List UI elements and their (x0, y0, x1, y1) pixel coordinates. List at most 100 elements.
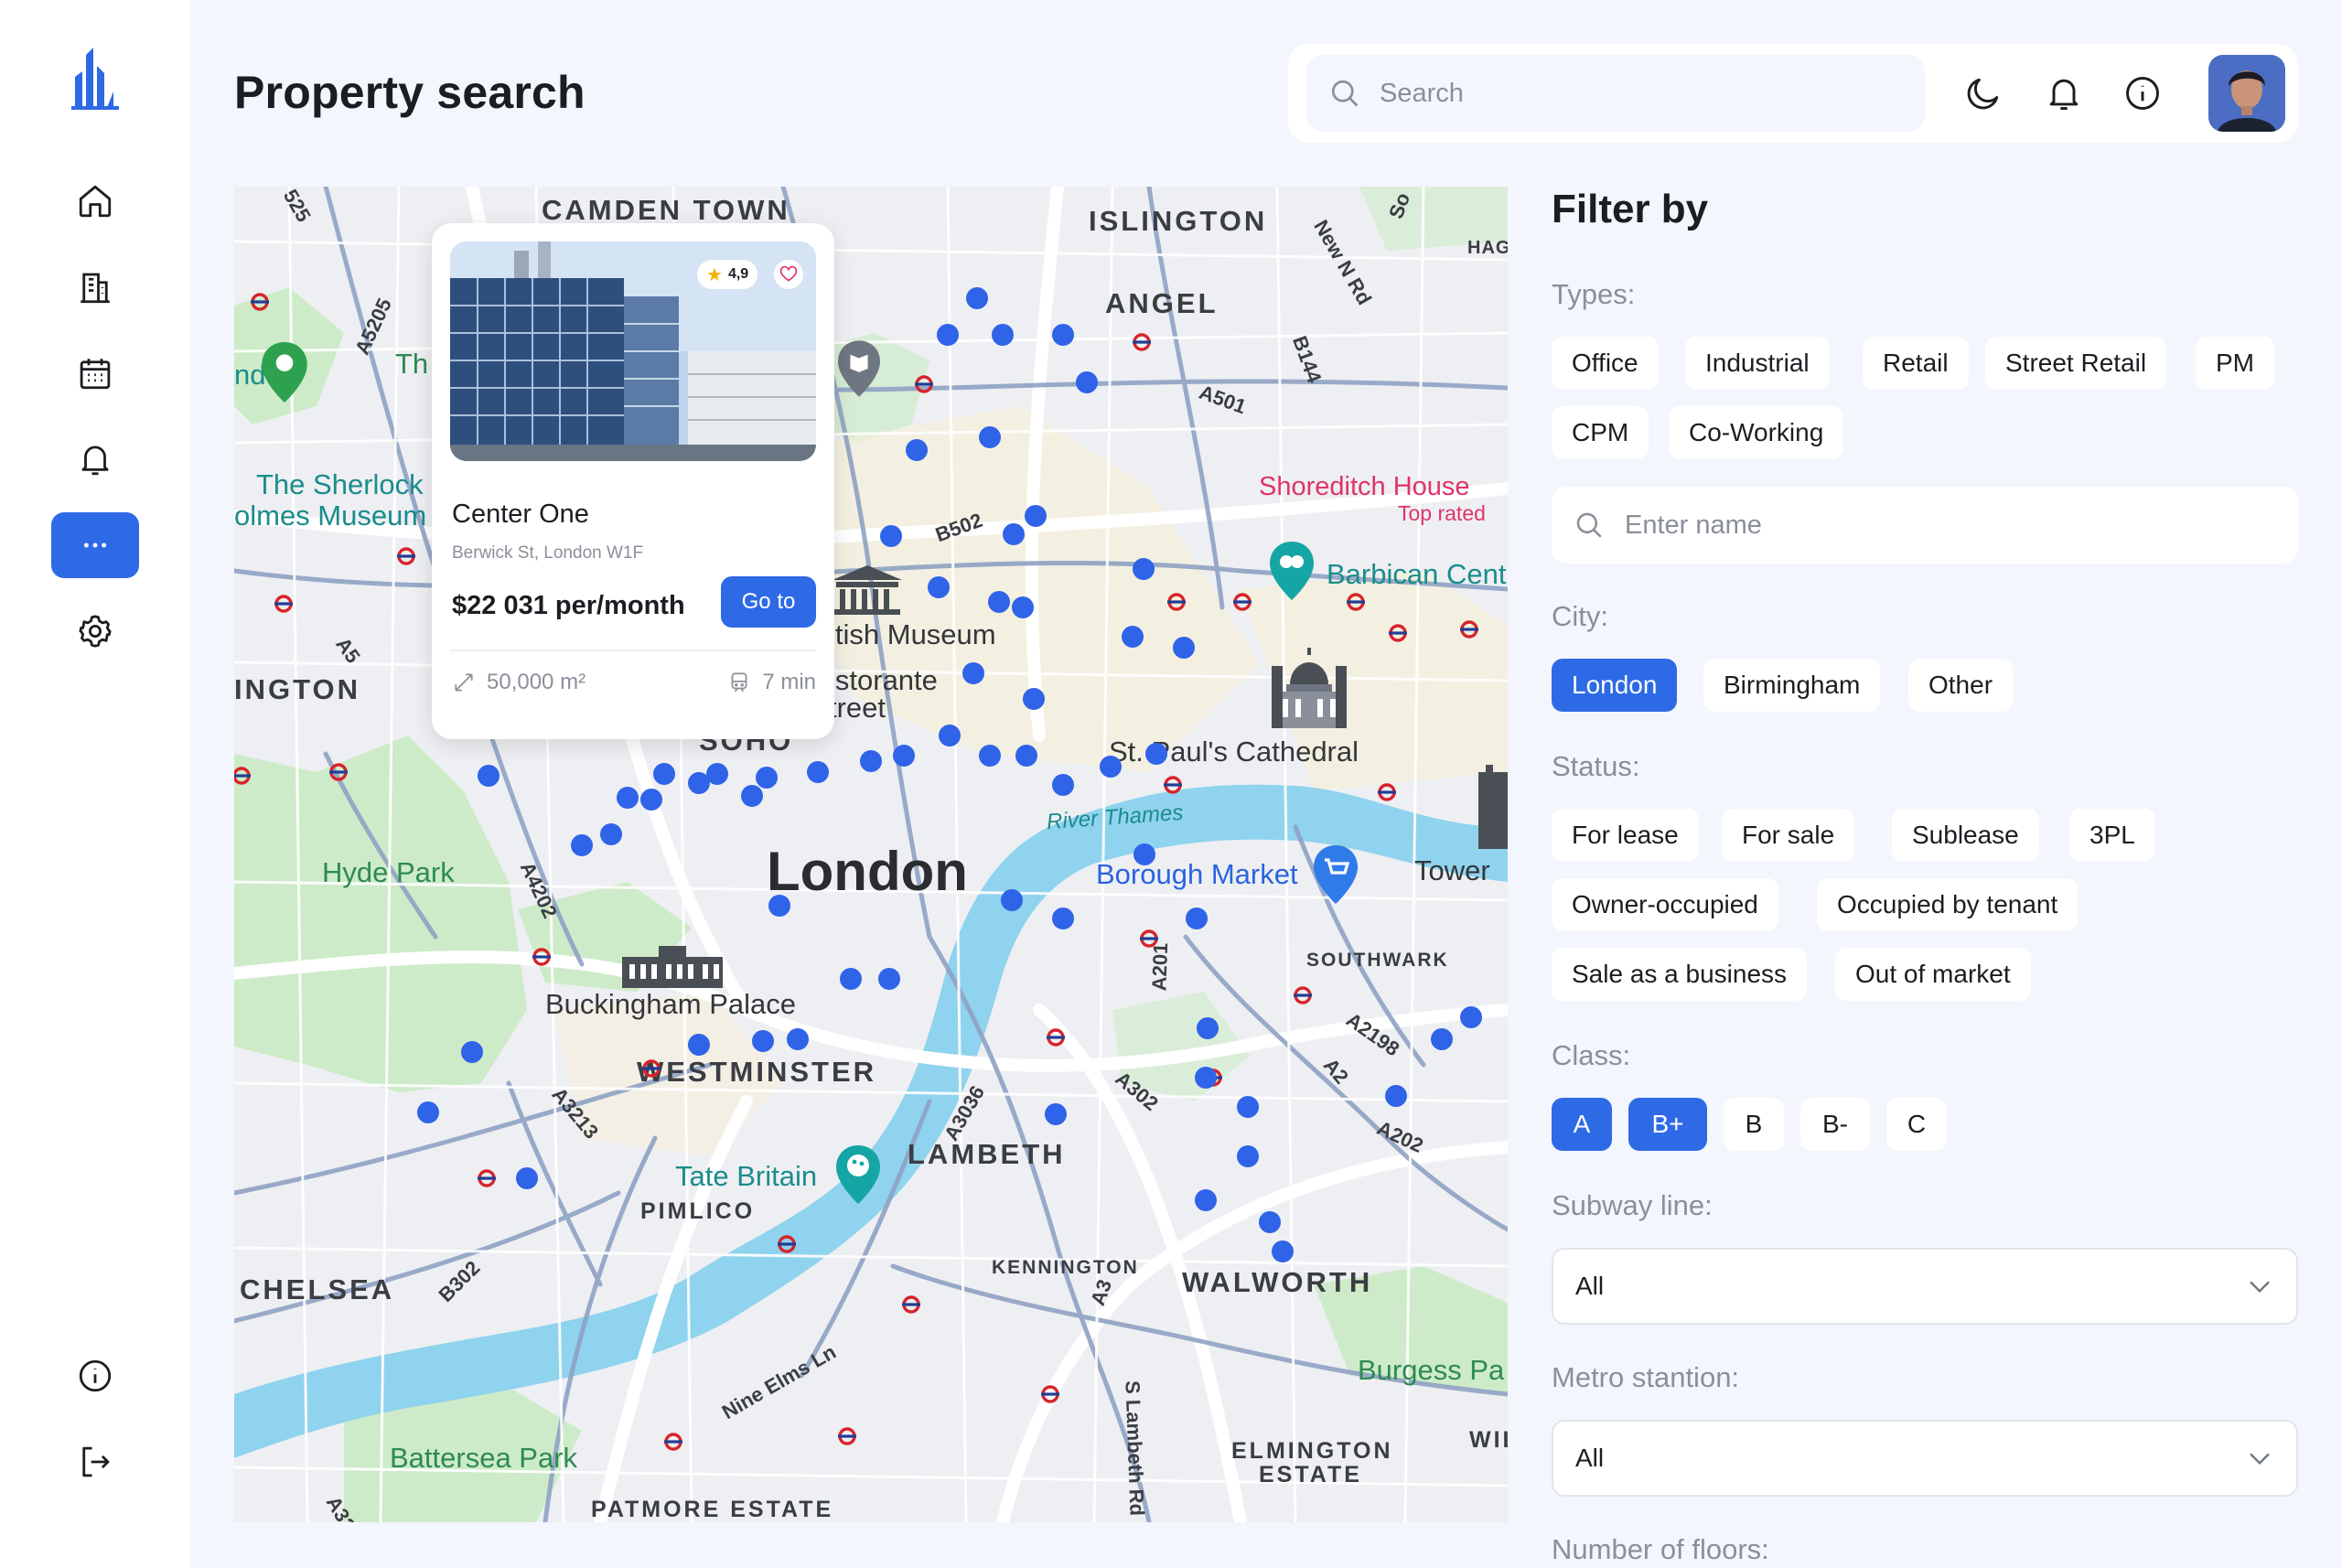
property-dot[interactable] (617, 787, 639, 809)
property-dot[interactable] (1145, 743, 1167, 765)
type-chip-co-working[interactable]: Co-Working (1669, 406, 1844, 459)
type-chip-retail[interactable]: Retail (1863, 337, 1969, 390)
property-dot[interactable] (1023, 688, 1045, 710)
property-dot[interactable] (752, 1030, 774, 1052)
status-chip-owner-occupied[interactable]: Owner-occupied (1552, 878, 1778, 931)
type-chip-office[interactable]: Office (1552, 337, 1659, 390)
class-chip-c[interactable]: C (1886, 1098, 1947, 1151)
property-dot[interactable] (571, 834, 593, 856)
property-dot[interactable] (807, 761, 829, 783)
property-dot[interactable] (1015, 745, 1037, 767)
status-chip-for-sale[interactable]: For sale (1722, 809, 1855, 862)
property-dot[interactable] (988, 591, 1010, 613)
property-dot[interactable] (1431, 1028, 1453, 1050)
property-dot[interactable] (1025, 505, 1047, 527)
status-chip-for-lease[interactable]: For lease (1552, 809, 1699, 862)
property-card[interactable]: ★ 4,9 Center One Berwick St, London W1F … (432, 223, 834, 739)
property-dot[interactable] (516, 1167, 538, 1189)
property-dot[interactable] (962, 662, 984, 684)
nav-logout[interactable] (51, 1429, 139, 1495)
property-dot[interactable] (939, 725, 961, 746)
favorite-button[interactable] (774, 260, 803, 289)
map[interactable]: CAMDEN TOWN ISLINGTON ANGEL HAG Th nd Th… (234, 187, 1508, 1522)
property-dot[interactable] (928, 576, 950, 598)
property-dot[interactable] (1195, 1189, 1217, 1211)
status-chip-sublease[interactable]: Sublease (1892, 809, 2039, 862)
class-chip-a[interactable]: A (1552, 1098, 1612, 1151)
property-dot[interactable] (1052, 908, 1074, 929)
property-dot[interactable] (1173, 637, 1195, 659)
class-chip-b-plus[interactable]: B+ (1628, 1098, 1707, 1151)
property-dot[interactable] (1003, 523, 1025, 545)
metro-select[interactable]: All (1552, 1420, 2298, 1497)
type-chip-street-retail[interactable]: Street Retail (1985, 337, 2167, 390)
nav-more[interactable] (51, 512, 139, 578)
property-dot[interactable] (878, 968, 900, 990)
property-dot[interactable] (893, 745, 915, 767)
city-chip-birmingham[interactable]: Birmingham (1703, 659, 1881, 712)
type-chip-cpm[interactable]: CPM (1552, 406, 1649, 459)
go-to-button[interactable]: Go to (721, 576, 816, 628)
name-input[interactable] (1625, 510, 2265, 541)
property-dot[interactable] (1272, 1240, 1294, 1262)
theme-toggle-button[interactable] (1956, 66, 2011, 121)
type-chip-pm[interactable]: PM (2196, 337, 2274, 390)
class-chip-b-minus[interactable]: B- (1800, 1098, 1870, 1151)
property-dot[interactable] (1197, 1017, 1219, 1039)
property-dot[interactable] (860, 750, 882, 772)
property-dot[interactable] (966, 287, 988, 309)
property-dot[interactable] (906, 439, 928, 461)
status-chip-out-of-market[interactable]: Out of market (1835, 948, 2031, 1001)
property-dot[interactable] (1133, 843, 1155, 865)
status-chip-occupied-by-tenant[interactable]: Occupied by tenant (1817, 878, 2079, 931)
property-dot[interactable] (1012, 596, 1034, 618)
property-dot[interactable] (1052, 774, 1074, 796)
nav-info[interactable] (51, 1343, 139, 1409)
property-dot[interactable] (417, 1101, 439, 1123)
property-dot[interactable] (653, 763, 675, 785)
status-chip-3pl[interactable]: 3PL (2069, 809, 2155, 862)
property-dot[interactable] (937, 324, 959, 346)
nav-home[interactable] (51, 168, 139, 234)
property-dot[interactable] (688, 772, 710, 794)
property-dot[interactable] (1460, 1006, 1482, 1028)
property-dot[interactable] (741, 785, 763, 807)
property-dot[interactable] (979, 426, 1001, 448)
property-dot[interactable] (880, 525, 902, 547)
property-dot[interactable] (787, 1028, 809, 1050)
property-dot[interactable] (756, 767, 778, 789)
property-dot[interactable] (461, 1041, 483, 1063)
property-dot[interactable] (1259, 1211, 1281, 1233)
search-input[interactable] (1380, 78, 1892, 109)
type-chip-industrial[interactable]: Industrial (1685, 337, 1830, 390)
property-dot[interactable] (1052, 324, 1074, 346)
name-search-box[interactable] (1552, 487, 2298, 564)
property-dot[interactable] (1385, 1085, 1407, 1107)
property-dot[interactable] (1100, 756, 1122, 778)
avatar[interactable] (2208, 55, 2285, 132)
property-dot[interactable] (840, 968, 862, 990)
search-box[interactable] (1306, 55, 1925, 132)
property-dot[interactable] (1237, 1145, 1259, 1167)
property-dot[interactable] (768, 895, 790, 917)
property-dot[interactable] (688, 1034, 710, 1056)
property-dot[interactable] (1122, 626, 1144, 648)
property-dot[interactable] (992, 324, 1014, 346)
nav-buildings[interactable] (51, 254, 139, 320)
subway-select[interactable]: All (1552, 1248, 2298, 1325)
property-dot[interactable] (1133, 558, 1155, 580)
notifications-button[interactable] (2036, 66, 2091, 121)
property-dot[interactable] (600, 823, 622, 845)
nav-calendar[interactable] (51, 340, 139, 406)
property-dot[interactable] (640, 789, 662, 811)
property-dot[interactable] (478, 765, 500, 787)
city-chip-london[interactable]: London (1552, 659, 1678, 712)
property-dot[interactable] (1045, 1103, 1067, 1125)
nav-notifications[interactable] (51, 426, 139, 492)
class-chip-b[interactable]: B (1724, 1098, 1784, 1151)
status-chip-sale-as-business[interactable]: Sale as a business (1552, 948, 1808, 1001)
property-dot[interactable] (1001, 889, 1023, 911)
city-chip-other[interactable]: Other (1908, 659, 2014, 712)
property-dot[interactable] (1237, 1096, 1259, 1118)
info-button[interactable] (2115, 66, 2170, 121)
